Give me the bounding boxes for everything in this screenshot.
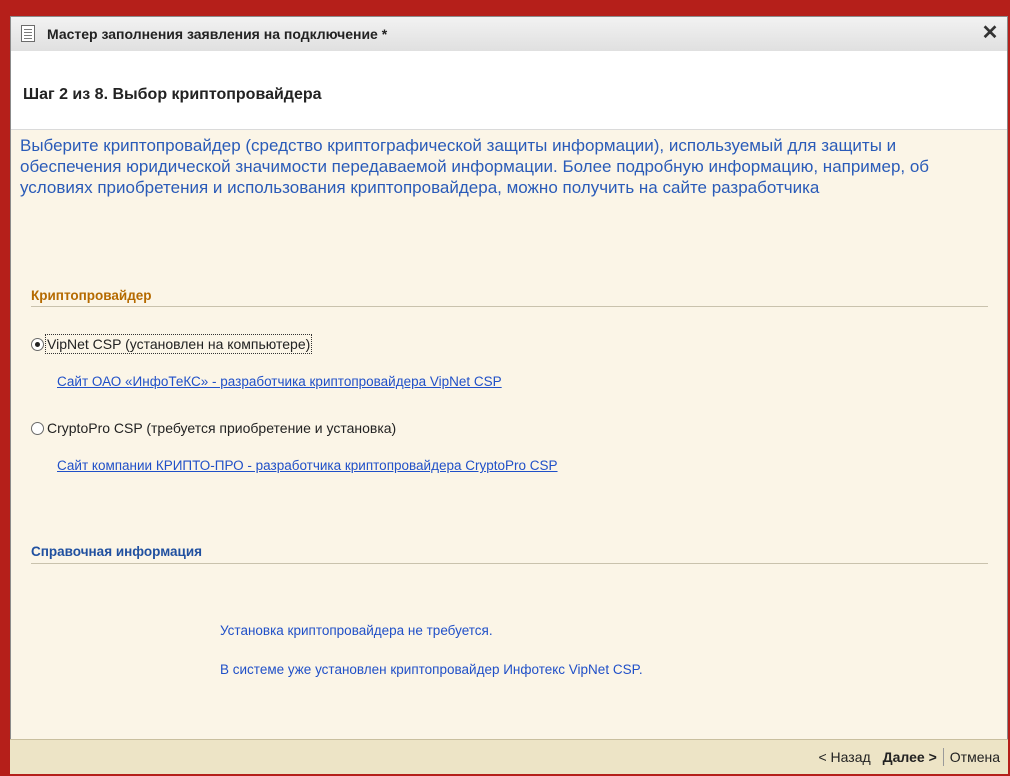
wizard-window: Мастер заполнения заявления на подключен…	[10, 16, 1008, 774]
link-cryptopro[interactable]: Сайт компании КРИПТО-ПРО - разработчика …	[57, 458, 558, 473]
crypto-group-divider	[31, 306, 988, 307]
info-line-1: Установка криптопровайдера не требуется.	[220, 623, 493, 638]
document-icon	[21, 25, 35, 42]
radio-vipnet-label[interactable]: VipNet CSP (установлен на компьютере)	[44, 334, 313, 354]
info-group-title: Справочная информация	[31, 544, 203, 559]
radio-cryptopro-button[interactable]	[31, 421, 44, 435]
footer-bar: < Назад Далее > Отмена	[10, 739, 1008, 774]
title-bar: Мастер заполнения заявления на подключен…	[11, 17, 1007, 52]
footer-separator	[942, 748, 944, 766]
description-text: Выберите криптопровайдер (средство крипт…	[20, 136, 930, 197]
cancel-button[interactable]: Отмена	[950, 749, 1000, 765]
radio-vipnet-button[interactable]	[31, 337, 44, 351]
close-icon[interactable]: ✕	[979, 20, 1001, 46]
radio-vipnet[interactable]: VipNet CSP (установлен на компьютере)	[31, 334, 313, 354]
window-title: Мастер заполнения заявления на подключен…	[47, 26, 388, 42]
link-infotecs[interactable]: Сайт ОАО «ИнфоТеКС» - разработчика крипт…	[57, 374, 502, 389]
step-header: Шаг 2 из 8. Выбор криптопровайдера	[11, 51, 1007, 130]
step-title: Шаг 2 из 8. Выбор криптопровайдера	[23, 86, 322, 103]
radio-cryptopro-label[interactable]: CryptoPro CSP (требуется приобретение и …	[46, 419, 397, 437]
footer-buttons: < Назад Далее > Отмена	[818, 748, 1000, 766]
radio-cryptopro[interactable]: CryptoPro CSP (требуется приобретение и …	[31, 418, 397, 438]
back-button[interactable]: < Назад	[818, 749, 870, 765]
info-line-2: В системе уже установлен криптопровайдер…	[220, 662, 643, 677]
info-group-divider	[31, 563, 988, 564]
crypto-group-title: Криптопровайдер	[31, 288, 152, 303]
next-button[interactable]: Далее >	[883, 749, 937, 765]
